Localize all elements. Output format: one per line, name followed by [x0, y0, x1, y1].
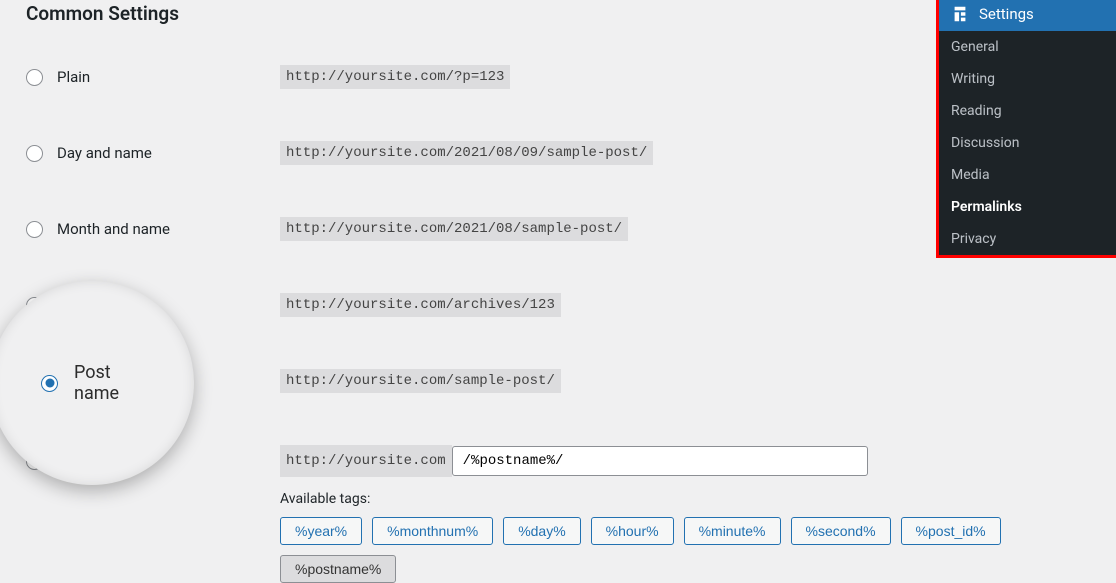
- sidebar-item-privacy[interactable]: Privacy: [939, 223, 1116, 255]
- radio-post-name[interactable]: [26, 373, 43, 390]
- option-post-name: Post name http://yoursite.com/sample-pos…: [26, 367, 1116, 395]
- sidebar-title: Settings: [979, 5, 1034, 23]
- url-sample-month-name: http://yoursite.com/2021/08/sample-post/: [280, 217, 628, 241]
- tag-post-id[interactable]: %post_id%: [901, 517, 1001, 545]
- sidebar-item-permalinks[interactable]: Permalinks: [939, 191, 1116, 223]
- option-numeric: http://yoursite.com/archives/123: [26, 291, 1116, 319]
- available-tags-label: Available tags:: [280, 491, 1116, 507]
- radio-custom[interactable]: [26, 453, 43, 470]
- url-sample-numeric: http://yoursite.com/archives/123: [280, 293, 561, 317]
- settings-sidebar: Settings General Writing Reading Discuss…: [939, 0, 1116, 255]
- radio-month-name[interactable]: [26, 221, 43, 238]
- sidebar-item-media[interactable]: Media: [939, 159, 1116, 191]
- settings-icon: [951, 5, 969, 23]
- tag-minute[interactable]: %minute%: [684, 517, 781, 545]
- tag-day[interactable]: %day%: [503, 517, 580, 545]
- sidebar-highlight-box: Settings General Writing Reading Discuss…: [936, 0, 1116, 258]
- option-label-custom: ucture: [57, 452, 99, 470]
- tag-second[interactable]: %second%: [791, 517, 891, 545]
- sidebar-item-reading[interactable]: Reading: [939, 95, 1116, 127]
- sidebar-item-discussion[interactable]: Discussion: [939, 127, 1116, 159]
- option-label-month-name: Month and name: [57, 220, 170, 238]
- sidebar-item-general[interactable]: General: [939, 31, 1116, 63]
- tag-postname[interactable]: %postname%: [280, 555, 396, 583]
- tag-monthnum[interactable]: %monthnum%: [372, 517, 493, 545]
- option-custom: ucture http://yoursite.com: [26, 445, 1116, 477]
- tags-row: %year% %monthnum% %day% %hour% %minute% …: [280, 517, 1116, 583]
- sidebar-item-writing[interactable]: Writing: [939, 63, 1116, 95]
- url-sample-post-name: http://yoursite.com/sample-post/: [280, 369, 561, 393]
- custom-url-prefix: http://yoursite.com: [280, 445, 452, 477]
- url-sample-day-name: http://yoursite.com/2021/08/09/sample-po…: [280, 141, 653, 165]
- sidebar-header[interactable]: Settings: [939, 0, 1116, 31]
- radio-day-name[interactable]: [26, 145, 43, 162]
- custom-structure-input[interactable]: [452, 446, 868, 476]
- radio-numeric[interactable]: [26, 297, 43, 314]
- tag-year[interactable]: %year%: [280, 517, 362, 545]
- url-sample-plain: http://yoursite.com/?p=123: [280, 65, 510, 89]
- radio-plain[interactable]: [26, 69, 43, 86]
- tag-hour[interactable]: %hour%: [591, 517, 674, 545]
- option-label-day-name: Day and name: [57, 144, 152, 162]
- option-label-plain: Plain: [57, 68, 90, 86]
